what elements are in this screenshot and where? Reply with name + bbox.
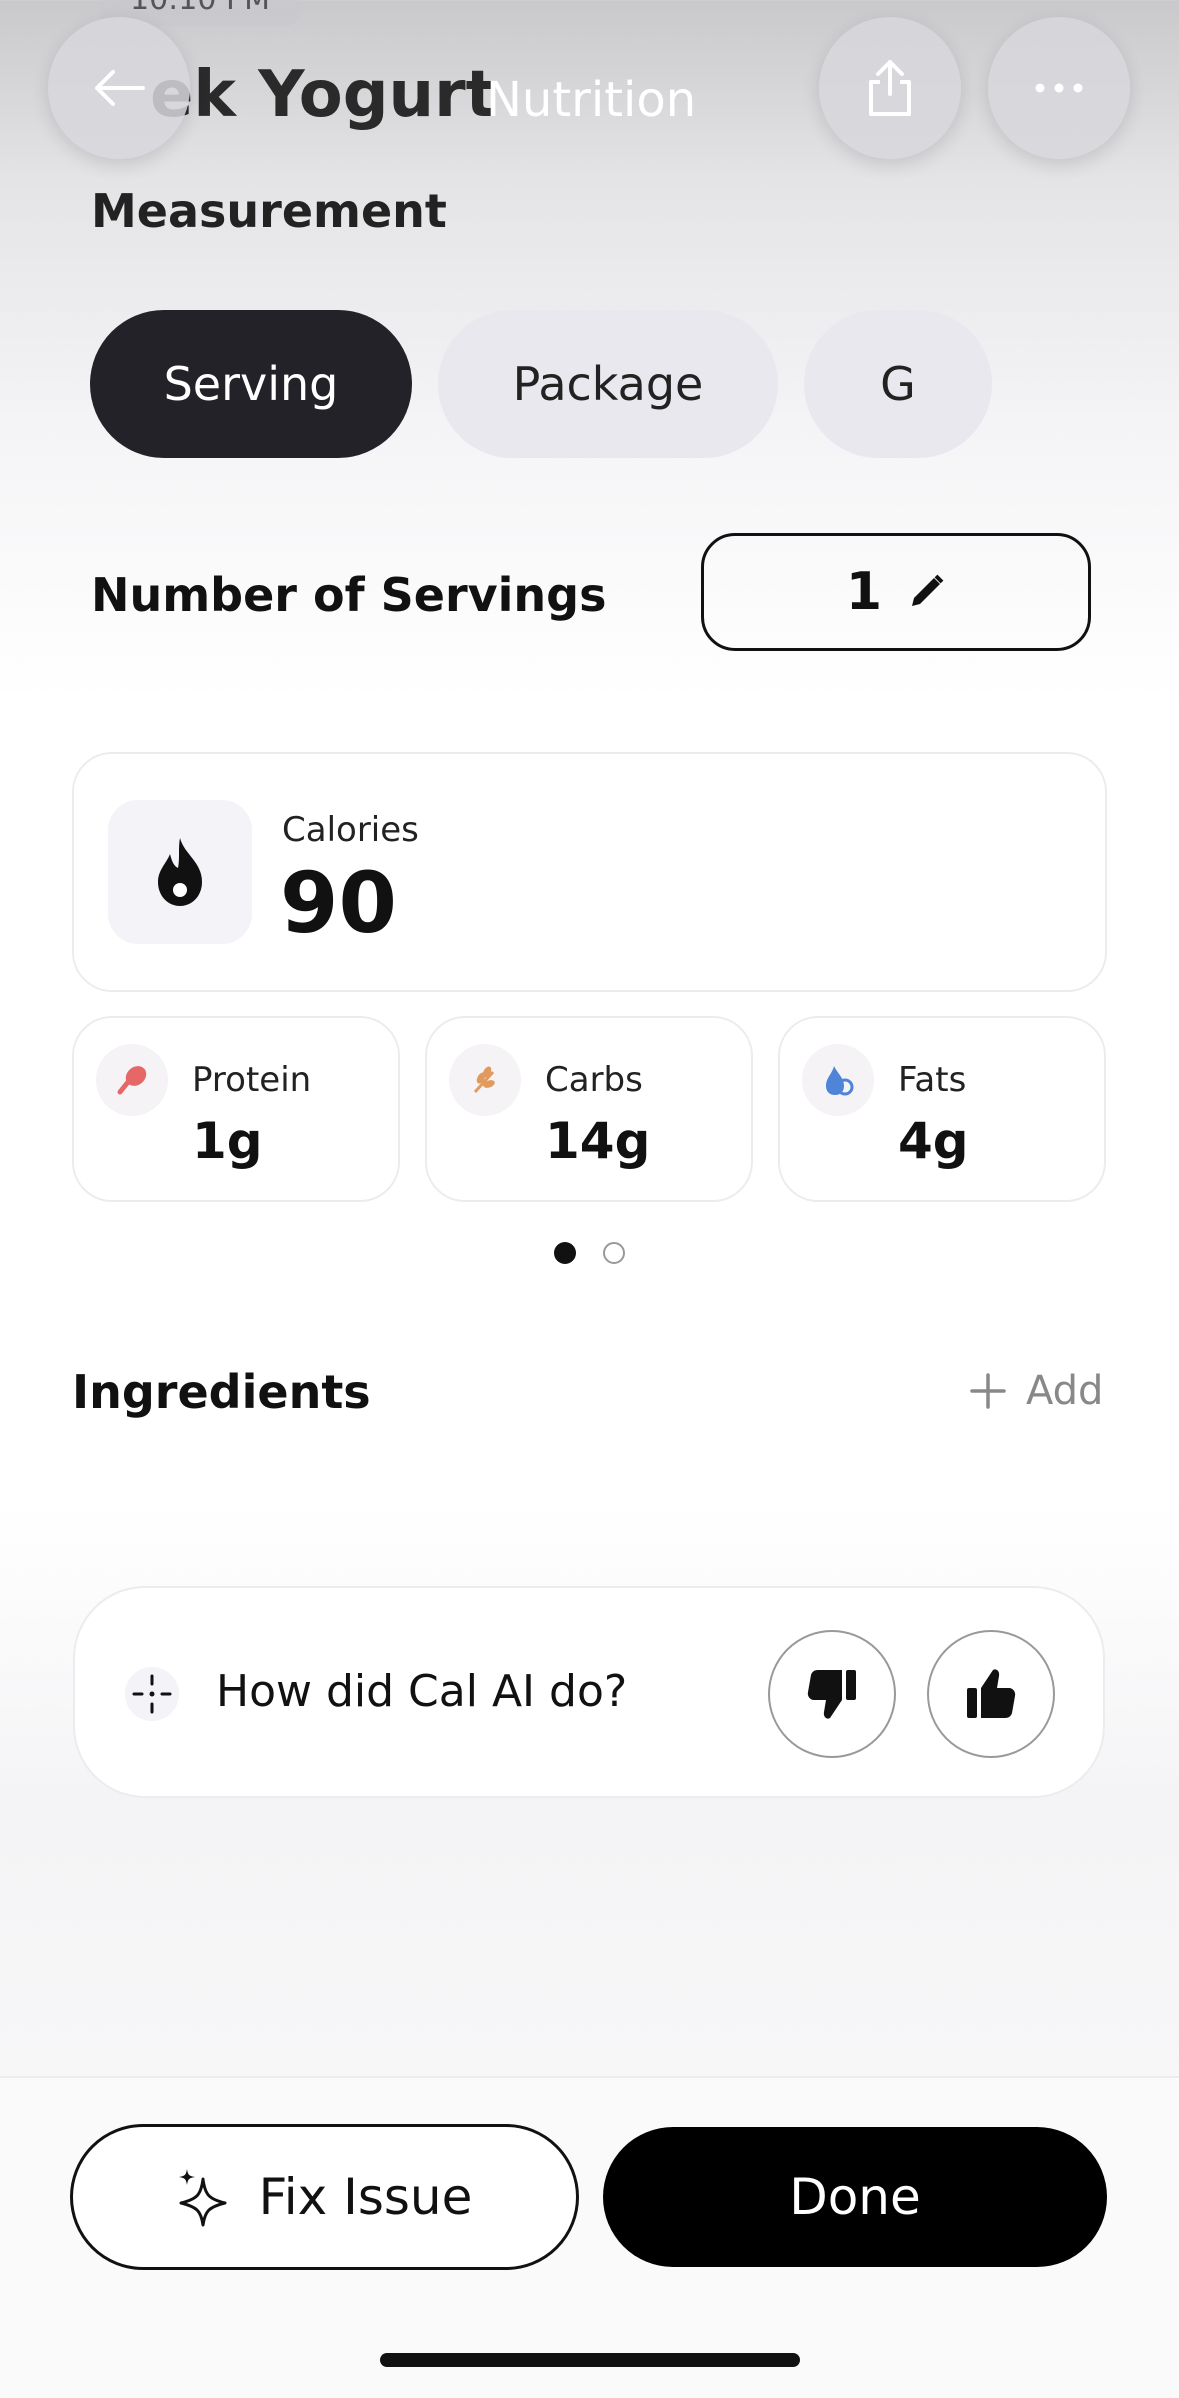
ingredients-label: Ingredients xyxy=(72,1365,371,1419)
thumbs-up-icon xyxy=(967,1669,1016,1718)
share-icon xyxy=(869,60,911,116)
more-button[interactable] xyxy=(988,17,1130,159)
measurement-option-g[interactable]: G xyxy=(804,310,992,458)
drop-icon xyxy=(802,1044,874,1116)
sparkle-icon xyxy=(178,2169,227,2227)
drumstick-icon xyxy=(96,1044,168,1116)
macro-label-protein: Protein xyxy=(192,1060,312,1100)
fix-issue-button[interactable]: Fix Issue xyxy=(70,2124,579,2270)
servings-input[interactable]: 1 xyxy=(701,533,1091,651)
page-dot-1[interactable] xyxy=(554,1242,576,1264)
pencil-icon xyxy=(912,574,944,606)
page-dot-2[interactable] xyxy=(603,1242,625,1264)
measurement-option-package[interactable]: Package xyxy=(438,310,778,458)
macro-label-fats: Fats xyxy=(898,1060,967,1100)
back-button[interactable] xyxy=(48,17,190,159)
page-title: ek Yogurt xyxy=(150,58,497,132)
add-ingredient-label: Add xyxy=(1026,1368,1104,1414)
wheat-icon xyxy=(449,1044,521,1116)
calories-label: Calories xyxy=(282,810,419,850)
macro-card-protein[interactable]: Protein 1g xyxy=(72,1016,400,1202)
done-button[interactable]: Done xyxy=(603,2127,1107,2267)
feedback-question: How did Cal AI do? xyxy=(216,1666,628,1717)
macro-card-fats[interactable]: Fats 4g xyxy=(778,1016,1106,1202)
flame-icon xyxy=(158,838,202,906)
fix-issue-label: Fix Issue xyxy=(258,2168,473,2226)
servings-value: 1 xyxy=(845,562,883,622)
macro-value-fats: 4g xyxy=(898,1112,969,1170)
thumbs-up-button[interactable] xyxy=(927,1630,1055,1758)
crosshair-icon xyxy=(124,1666,180,1722)
macro-value-protein: 1g xyxy=(192,1112,263,1170)
thumbs-down-icon xyxy=(807,1670,856,1719)
calories-icon-box xyxy=(108,800,252,944)
macro-label-carbs: Carbs xyxy=(545,1060,643,1100)
thumbs-down-button[interactable] xyxy=(768,1630,896,1758)
share-button[interactable] xyxy=(819,17,961,159)
measurement-option-serving[interactable]: Serving xyxy=(90,310,412,458)
arrow-left-icon xyxy=(95,70,145,106)
page-subtitle: Nutrition xyxy=(486,72,697,128)
ellipsis-icon xyxy=(1035,83,1083,93)
add-ingredient-button[interactable]: Add xyxy=(968,1368,1103,1414)
servings-label: Number of Servings xyxy=(91,568,607,622)
measurement-label: Measurement xyxy=(91,184,447,238)
home-indicator xyxy=(380,2353,800,2367)
calories-value: 90 xyxy=(280,854,397,952)
macro-card-carbs[interactable]: Carbs 14g xyxy=(425,1016,753,1202)
macro-value-carbs: 14g xyxy=(545,1112,651,1170)
plus-icon xyxy=(970,1373,1006,1409)
